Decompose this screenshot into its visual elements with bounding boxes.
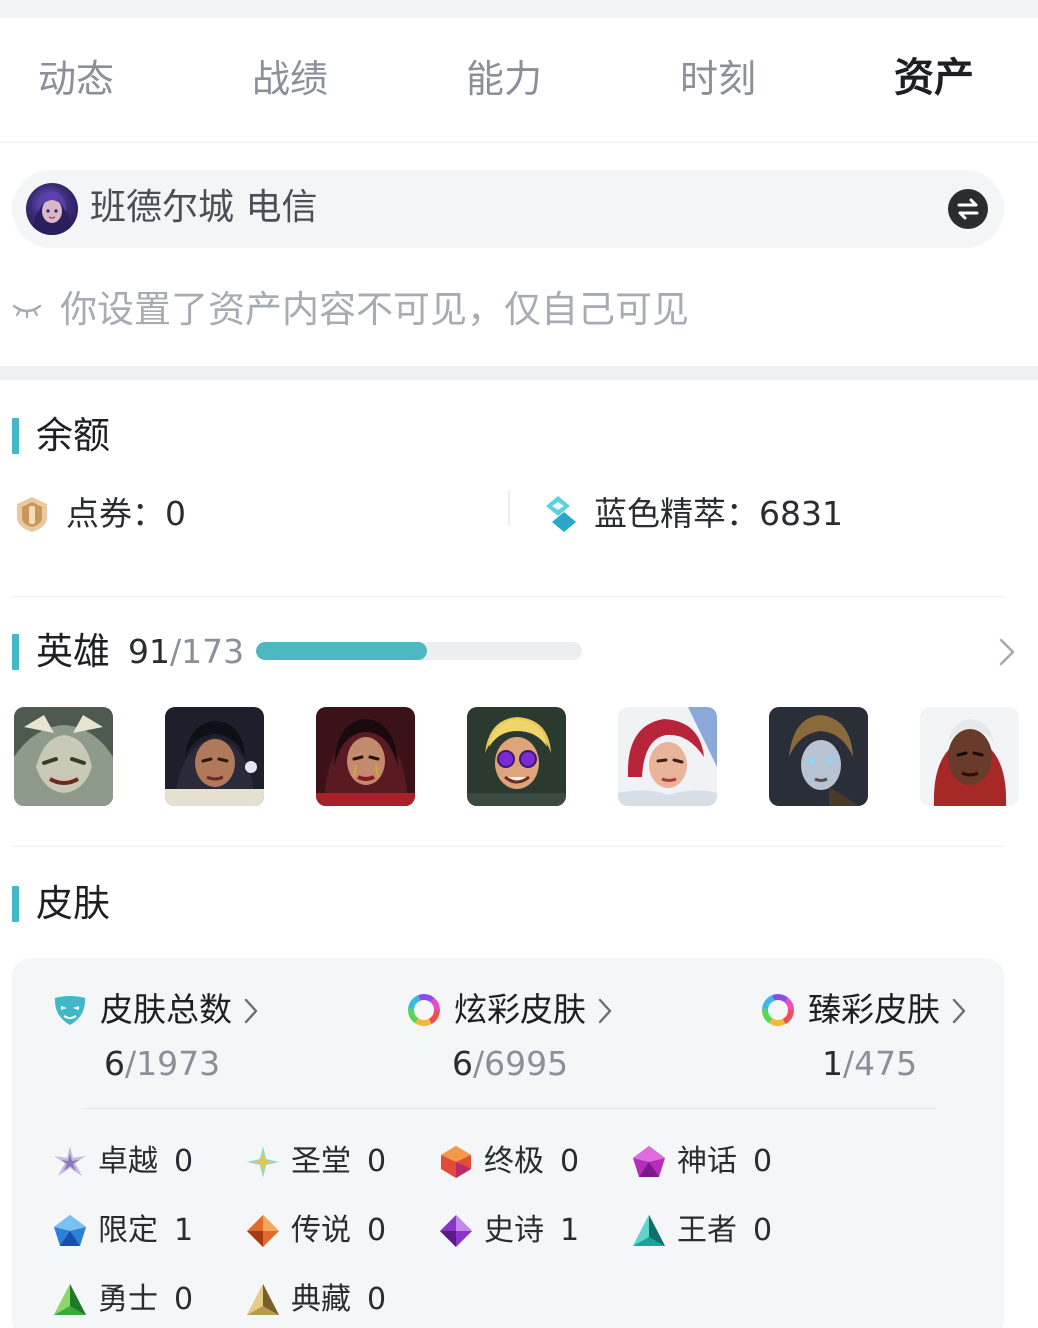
mask-icon xyxy=(54,996,86,1025)
tier-label: 卓越 xyxy=(98,1144,158,1179)
tier-count: 0 xyxy=(753,1144,773,1179)
hero-avatar[interactable] xyxy=(14,707,113,806)
tier-label: 史诗 xyxy=(484,1213,544,1248)
stat-separator: / xyxy=(843,1044,855,1083)
tier-label: 限定 xyxy=(98,1213,158,1248)
stat-separator: / xyxy=(125,1044,137,1083)
hero-avatar[interactable] xyxy=(316,707,415,806)
server-name: 班德尔城 电信 xyxy=(90,187,318,228)
tab-matches[interactable]: 战绩 xyxy=(252,56,328,102)
epic-icon xyxy=(440,1215,472,1247)
tab-bar: 动态 战绩 能力 时刻 资产 xyxy=(0,18,1038,142)
tab-ability[interactable]: 能力 xyxy=(466,56,542,102)
hero-total: 173 xyxy=(181,632,245,671)
tier-count: 0 xyxy=(560,1144,580,1179)
blue-essence-label: 蓝色精萃：6831 xyxy=(594,494,843,533)
hero-count: 91/173 xyxy=(128,630,244,674)
tier-count: 0 xyxy=(174,1144,194,1179)
stat-owned: 1 xyxy=(822,1044,843,1083)
eye-closed-icon xyxy=(12,304,42,319)
hero-avatar[interactable] xyxy=(618,707,717,806)
stat-label: 臻彩皮肤 xyxy=(808,990,940,1029)
tier-label: 圣堂 xyxy=(291,1144,351,1179)
chevron-right-icon xyxy=(598,998,612,1024)
stat-value: 1/475 xyxy=(822,1042,917,1086)
tier-label: 勇士 xyxy=(98,1282,158,1317)
warrior-icon xyxy=(54,1284,86,1315)
skin-panel: 皮肤总数 6/1973 炫彩皮肤 6/6995 臻彩皮肤 1/475 卓越 0 … xyxy=(12,958,1004,1328)
hero-progress-bar xyxy=(256,642,582,660)
chevron-right-icon xyxy=(244,998,258,1024)
tier-count: 0 xyxy=(367,1213,387,1248)
tier-count: 0 xyxy=(753,1213,773,1248)
stat-total: 6995 xyxy=(484,1044,569,1083)
tier-label: 传说 xyxy=(291,1213,351,1248)
tier-label: 王者 xyxy=(677,1213,737,1248)
hero-count-separator: / xyxy=(170,632,182,671)
stat-separator: / xyxy=(473,1044,485,1083)
legendary-icon xyxy=(247,1215,279,1247)
accent-bar xyxy=(12,418,19,454)
hero-progress-fill xyxy=(256,642,428,660)
stat-label: 炫彩皮肤 xyxy=(454,990,586,1029)
balance-title: 余额 xyxy=(36,414,110,457)
chevron-right-icon xyxy=(952,998,966,1024)
hero-owned: 91 xyxy=(128,632,170,671)
hero-avatar[interactable] xyxy=(467,707,566,806)
tier-label: 典藏 xyxy=(291,1282,351,1317)
accent-bar xyxy=(12,634,19,670)
hero-avatar[interactable] xyxy=(769,707,868,806)
avatar xyxy=(26,183,78,235)
stat-total: 1973 xyxy=(136,1044,221,1083)
ultimate-icon xyxy=(441,1146,471,1178)
stat-value: 6/6995 xyxy=(452,1042,568,1086)
hero-avatar[interactable] xyxy=(920,707,1019,806)
heroes-title: 英雄 xyxy=(36,630,110,673)
section-separator xyxy=(0,366,1038,380)
exalted-icon xyxy=(247,1146,279,1178)
tier-label: 终极 xyxy=(484,1144,544,1179)
divider xyxy=(12,596,1004,597)
switch-icon[interactable] xyxy=(948,189,988,229)
transcendent-icon xyxy=(54,1146,86,1176)
tier-count: 1 xyxy=(560,1213,580,1248)
stat-value: 6/1973 xyxy=(104,1042,220,1086)
privacy-text: 你设置了资产内容不可见，仅自己可见 xyxy=(60,288,689,331)
divider xyxy=(12,846,1004,847)
limited-icon xyxy=(54,1215,86,1246)
tier-count: 0 xyxy=(367,1144,387,1179)
balance-divider xyxy=(508,490,510,526)
status-strip xyxy=(0,0,1038,18)
tier-count: 0 xyxy=(174,1282,194,1317)
skins-title: 皮肤 xyxy=(36,882,110,925)
tier-count: 1 xyxy=(174,1213,194,1248)
mythic-icon xyxy=(633,1146,665,1177)
hero-avatar[interactable] xyxy=(165,707,264,806)
collection-icon xyxy=(247,1284,279,1315)
accent-bar xyxy=(12,886,19,922)
panel-divider xyxy=(82,1108,936,1109)
stat-owned: 6 xyxy=(452,1044,473,1083)
blue-essence-icon xyxy=(546,496,576,532)
tab-assets[interactable]: 资产 xyxy=(894,55,974,101)
stat-owned: 6 xyxy=(104,1044,125,1083)
tab-dynamics[interactable]: 动态 xyxy=(38,56,114,102)
coupon-icon xyxy=(17,497,47,532)
tier-count: 0 xyxy=(367,1282,387,1317)
chroma-icon xyxy=(408,994,440,1026)
tabs-divider xyxy=(0,142,1038,143)
tab-moments[interactable]: 时刻 xyxy=(680,56,756,102)
tier-label: 神话 xyxy=(677,1144,737,1179)
prestige-chroma-icon xyxy=(762,994,794,1026)
chevron-right-icon[interactable] xyxy=(996,636,1018,668)
server-selector[interactable]: 班德尔城 电信 xyxy=(12,170,1004,248)
stat-total: 475 xyxy=(854,1044,918,1083)
coupon-label: 点券：0 xyxy=(66,494,186,533)
legacy-icon xyxy=(633,1215,665,1246)
stat-label: 皮肤总数 xyxy=(100,990,232,1029)
